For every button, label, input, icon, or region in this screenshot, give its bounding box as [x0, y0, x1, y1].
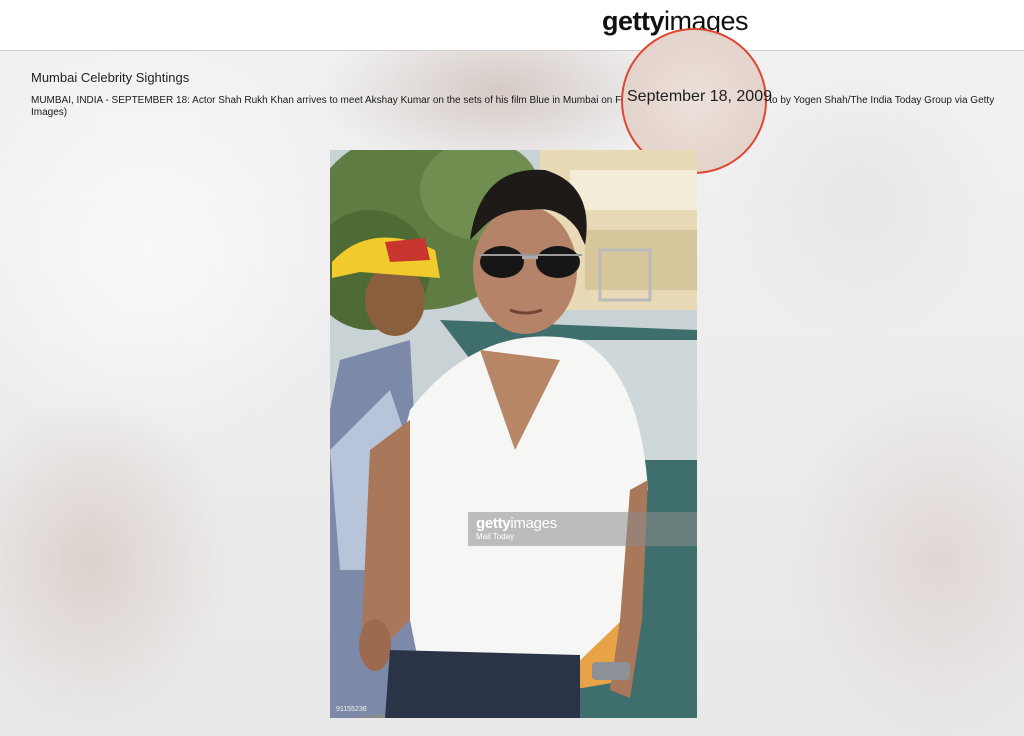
image-id: 91155236: [336, 706, 367, 713]
watermark-logo-bold: getty: [476, 515, 511, 532]
top-bar: gettyimages: [0, 0, 1024, 51]
editorial-photo[interactable]: gettyimages Mail Today 91155236: [330, 150, 697, 718]
page-title: Mumbai Celebrity Sightings: [31, 70, 190, 85]
watermark-logo-thin: images: [510, 515, 557, 532]
watermark-credit: Mail Today: [476, 532, 515, 541]
caption-text: MUMBAI, INDIA - SEPTEMBER 18: Actor Shah…: [31, 95, 622, 106]
highlighted-date: September 18, 2009: [627, 88, 772, 105]
watermark-banner: gettyimages Mail Today: [468, 512, 697, 546]
photo-caption: MUMBAI, INDIA - SEPTEMBER 18: Actor Shah…: [31, 95, 1006, 119]
photo-illustration: [330, 150, 697, 718]
watermark-logo: gettyimages: [476, 515, 557, 532]
logo-bold-text: getty: [602, 6, 665, 36]
